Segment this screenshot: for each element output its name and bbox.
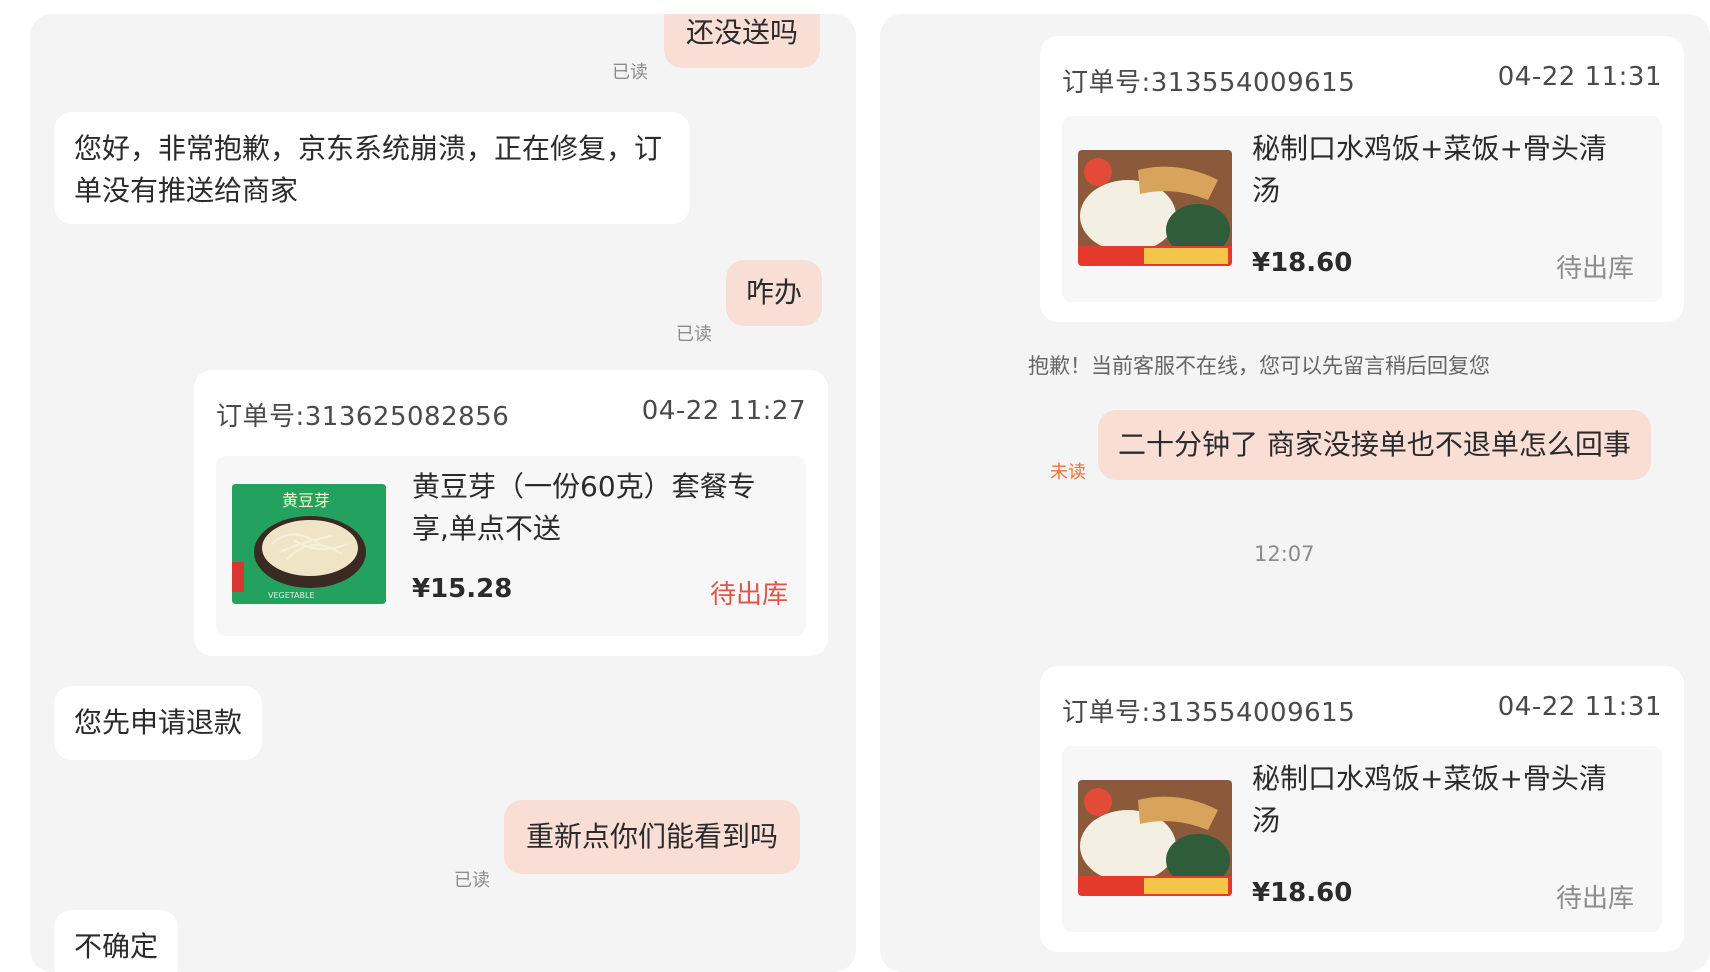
order-time: 04-22 11:31: [1497, 692, 1662, 722]
order-status: 待出库: [1555, 884, 1634, 914]
outgoing-message: 二十分钟了 商家没接单也不退单怎么回事: [1098, 410, 1651, 480]
product-row[interactable]: 秘制口水鸡饭+菜饭+骨头清汤 ¥18.60 待出库: [1062, 116, 1662, 302]
order-number: 订单号:313554009615: [1062, 68, 1356, 98]
message-text: 不确定: [74, 930, 159, 963]
product-name: 秘制口水鸡饭+菜饭+骨头清汤: [1252, 132, 1607, 207]
read-status: 已读: [612, 62, 648, 83]
product-thumbnail: [1078, 780, 1232, 896]
chicken-rice-image: [1078, 780, 1232, 896]
message-text: 二十分钟了 商家没接单也不退单怎么回事: [1118, 428, 1631, 461]
outgoing-message: 重新点你们能看到吗: [504, 800, 801, 874]
read-status: 已读: [454, 870, 490, 891]
message-text: 重新点你们能看到吗: [526, 820, 779, 853]
unread-status: 未读: [1050, 462, 1086, 483]
product-row[interactable]: 秘制口水鸡饭+菜饭+骨头清汤 ¥18.60 待出库: [1062, 746, 1662, 932]
chicken-rice-image: [1078, 150, 1232, 266]
product-name: 黄豆芽（一份60克）套餐专享,单点不送: [412, 470, 756, 545]
timestamp: 12:07: [1254, 542, 1315, 566]
order-card[interactable]: 订单号:313554009615 04-22 11:31 秘制口水鸡饭+菜饭+骨…: [1040, 666, 1684, 952]
order-number: 订单号:313554009615: [1062, 698, 1356, 728]
message-text: 咋办: [746, 276, 803, 309]
incoming-message: 您先申请退款: [54, 686, 263, 760]
product-price: ¥18.60: [1252, 878, 1353, 908]
read-status: 已读: [676, 324, 712, 345]
product-row[interactable]: 黄豆芽 VEGETABLE 黄豆芽（一份60克）套餐专享,单点不送 ¥15.28…: [216, 456, 806, 636]
bean-sprout-image: 黄豆芽 VEGETABLE: [232, 484, 386, 604]
message-text: 您先申请退款: [74, 706, 243, 739]
order-card[interactable]: 订单号:313625082856 04-22 11:27 黄豆芽 VEGETAB…: [194, 370, 828, 656]
thumbnail-title: 黄豆芽: [282, 491, 330, 510]
system-notice: 抱歉！当前客服不在线，您可以先留言稍后回复您: [1028, 354, 1490, 378]
order-number: 订单号:313625082856: [216, 402, 510, 432]
incoming-message: 您好，非常抱歉，京东系统崩溃，正在修复，订单没有推送给商家: [54, 112, 690, 224]
order-card[interactable]: 订单号:313554009615 04-22 11:31 秘制口水鸡饭+菜饭+骨…: [1040, 36, 1684, 322]
thumbnail-caption: VEGETABLE: [268, 591, 315, 600]
order-time: 04-22 11:31: [1497, 62, 1662, 92]
message-text: 还没送吗: [686, 16, 799, 49]
order-status: 待出库: [709, 580, 788, 610]
product-thumbnail: 黄豆芽 VEGETABLE: [232, 484, 386, 604]
outgoing-message: 咋办: [726, 260, 823, 326]
product-name: 秘制口水鸡饭+菜饭+骨头清汤: [1252, 762, 1607, 837]
product-price: ¥18.60: [1252, 248, 1353, 278]
product-thumbnail: [1078, 150, 1232, 266]
message-text: 您好，非常抱歉，京东系统崩溃，正在修复，订单没有推送给商家: [74, 132, 663, 207]
outgoing-message: 还没送吗: [664, 14, 821, 68]
order-time: 04-22 11:27: [641, 396, 806, 426]
incoming-message: 不确定: [54, 910, 179, 972]
product-price: ¥15.28: [412, 574, 513, 604]
order-status: 待出库: [1555, 254, 1634, 284]
chat-pane-left[interactable]: 还没送吗 已读 您好，非常抱歉，京东系统崩溃，正在修复，订单没有推送给商家 咋办…: [30, 14, 856, 972]
chat-pane-right[interactable]: 订单号:313554009615 04-22 11:31 秘制口水鸡饭+菜饭+骨…: [880, 14, 1710, 972]
